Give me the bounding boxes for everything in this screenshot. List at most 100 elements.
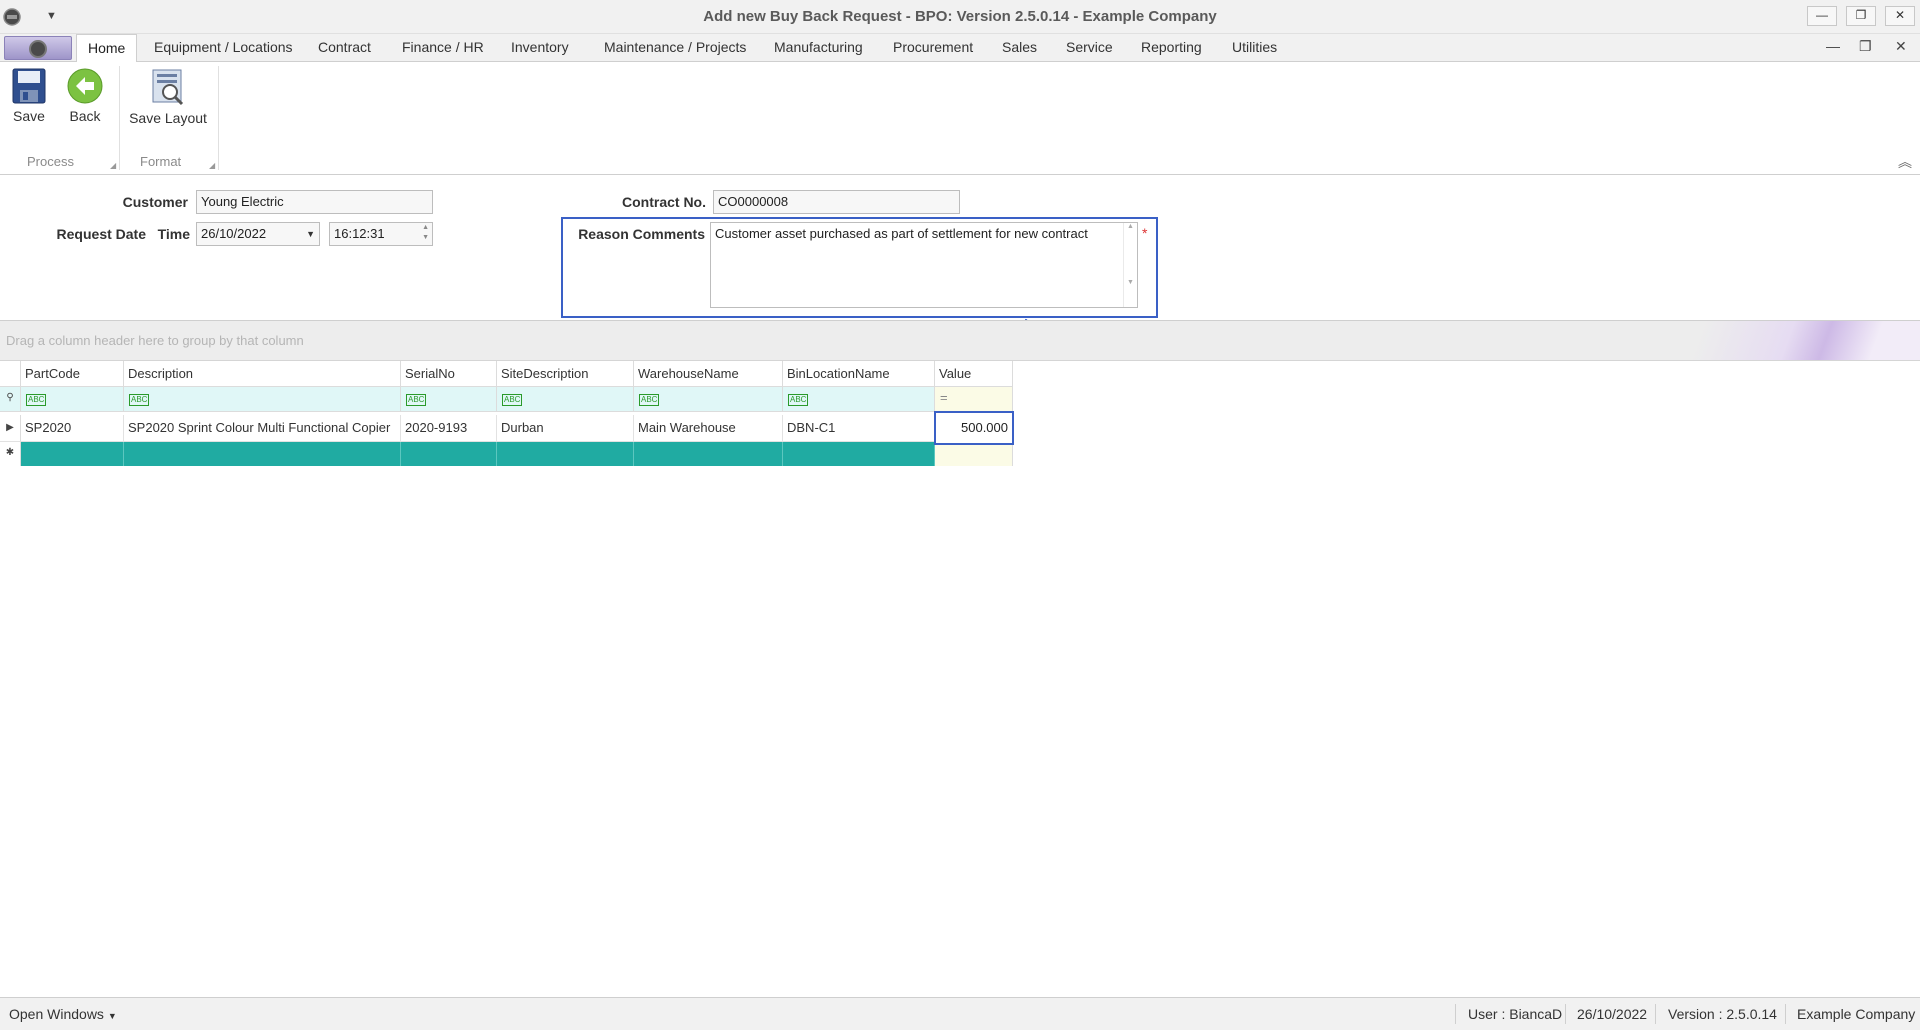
- table-cell-binlocationname[interactable]: DBN-C1: [783, 415, 935, 442]
- request-date-picker[interactable]: 26/10/2022 ▼: [196, 222, 320, 246]
- table-cell-warehousename[interactable]: Main Warehouse: [634, 415, 783, 442]
- tab-maintenance-projects[interactable]: Maintenance / Projects: [604, 39, 746, 55]
- save-button[interactable]: Save: [10, 68, 48, 124]
- column-header-warehousename[interactable]: WarehouseName: [634, 361, 783, 387]
- tab-reporting[interactable]: Reporting: [1141, 39, 1202, 55]
- group-divider: [119, 66, 120, 170]
- memo-scrollbar[interactable]: ▲ ▼: [1123, 223, 1137, 307]
- tab-utilities[interactable]: Utilities: [1232, 39, 1277, 55]
- tab-home[interactable]: Home: [76, 34, 138, 63]
- table-cell-partcode[interactable]: SP2020: [21, 415, 124, 442]
- text-filter-icon: ABC: [788, 394, 809, 406]
- status-divider: [1655, 1004, 1656, 1024]
- new-row-cell-sitedescription[interactable]: [497, 442, 634, 466]
- status-divider: [1455, 1004, 1456, 1024]
- column-header-description[interactable]: Description: [124, 361, 401, 387]
- time-field[interactable]: 16:12:31 ▲ ▼: [329, 222, 433, 246]
- table-cell-description[interactable]: SP2020 Sprint Colour Multi Functional Co…: [124, 415, 401, 442]
- status-date: 26/10/2022: [1577, 1006, 1648, 1022]
- group-label-format: Format: [140, 154, 182, 169]
- text-filter-icon: ABC: [129, 394, 150, 406]
- status-divider: [1785, 1004, 1786, 1024]
- column-header-serialno[interactable]: SerialNo: [401, 361, 497, 387]
- tab-finance-hr[interactable]: Finance / HR: [402, 39, 484, 55]
- restore-button[interactable]: ❐: [1846, 6, 1876, 26]
- group-by-hint: Drag a column header here to group by th…: [6, 333, 304, 348]
- request-date-label: Request Date: [56, 226, 146, 242]
- status-bar: Open Windows ▼ User : BiancaD 26/10/2022…: [0, 997, 1920, 1030]
- chevron-down-icon[interactable]: ▼: [306, 229, 315, 239]
- new-row-icon[interactable]: ✱: [0, 442, 21, 466]
- new-row-cell-partcode[interactable]: [21, 442, 124, 466]
- mdi-restore-icon[interactable]: ❐: [1859, 38, 1872, 55]
- tab-equipment-locations[interactable]: Equipment / Locations: [154, 39, 293, 55]
- collapse-ribbon-icon[interactable]: ︽: [1898, 152, 1912, 172]
- new-row-cell-serialno[interactable]: [401, 442, 497, 466]
- reason-comments-textarea[interactable]: Customer asset purchased as part of sett…: [710, 222, 1138, 308]
- decorative-swoosh: [1680, 321, 1920, 360]
- filter-cell-warehousename[interactable]: ABC: [634, 387, 783, 412]
- minimize-icon: —: [1816, 8, 1828, 22]
- group-by-panel[interactable]: Drag a column header here to group by th…: [0, 321, 1920, 361]
- save-label: Save: [13, 108, 45, 124]
- required-marker: *: [1142, 225, 1148, 241]
- current-row-icon[interactable]: ▶: [0, 415, 21, 442]
- status-version: Version : 2.5.0.14: [1668, 1006, 1777, 1022]
- customer-field[interactable]: Young Electric: [196, 190, 433, 214]
- contract-no-field[interactable]: CO0000008: [713, 190, 960, 214]
- format-group-launcher-icon[interactable]: ◢: [209, 161, 215, 170]
- reason-comments-label: Reason Comments: [578, 226, 705, 242]
- mdi-close-icon[interactable]: ✕: [1895, 38, 1907, 55]
- floppy-disk-icon: [12, 68, 46, 104]
- back-arrow-icon: [67, 68, 103, 104]
- save-layout-button[interactable]: Save Layout: [128, 68, 208, 126]
- save-layout-icon: [152, 69, 184, 106]
- filter-cell-binlocationname[interactable]: ABC: [783, 387, 935, 412]
- table-cell-serialno[interactable]: 2020-9193: [401, 415, 497, 442]
- filter-cell-description[interactable]: ABC: [124, 387, 401, 412]
- tab-procurement[interactable]: Procurement: [893, 39, 973, 55]
- tab-contract[interactable]: Contract: [318, 39, 371, 55]
- column-header-partcode[interactable]: PartCode: [21, 361, 124, 387]
- time-spin-icon[interactable]: ▲ ▼: [422, 223, 429, 243]
- back-button[interactable]: Back: [66, 68, 104, 124]
- new-row-cell-warehousename[interactable]: [634, 442, 783, 466]
- new-row-cell-description[interactable]: [124, 442, 401, 466]
- back-label: Back: [69, 108, 101, 124]
- filter-row-icon: ⚲: [0, 387, 21, 412]
- column-header-binlocationname[interactable]: BinLocationName: [783, 361, 935, 387]
- new-row-cell-binlocationname[interactable]: [783, 442, 935, 466]
- application-menu-button[interactable]: [4, 36, 72, 60]
- tab-manufacturing[interactable]: Manufacturing: [774, 39, 863, 55]
- ribbon-panel: Save Back Save Layout Process ◢ Format ◢…: [0, 62, 1920, 175]
- restore-icon: ❐: [1855, 8, 1867, 22]
- mdi-minimize-icon[interactable]: —: [1826, 38, 1840, 54]
- time-value: 16:12:31: [334, 226, 385, 241]
- text-filter-icon: ABC: [502, 394, 523, 406]
- close-icon: ✕: [1894, 8, 1906, 22]
- group-label-process: Process: [27, 154, 74, 169]
- customer-label: Customer: [122, 194, 188, 210]
- status-company: Example Company: [1797, 1006, 1916, 1022]
- contract-no-label: Contract No.: [622, 194, 706, 210]
- window-title: Add new Buy Back Request - BPO: Version …: [703, 8, 1217, 25]
- new-row-cell-value[interactable]: [935, 442, 1013, 466]
- filter-cell-serialno[interactable]: ABC: [401, 387, 497, 412]
- open-windows-label: Open Windows: [9, 1006, 104, 1022]
- column-header-sitedescription[interactable]: SiteDescription: [497, 361, 634, 387]
- minimize-button[interactable]: —: [1807, 6, 1837, 26]
- filter-cell-value[interactable]: =: [935, 387, 1013, 412]
- ribbon-tab-bar: Home Equipment / Locations Contract Fina…: [0, 34, 1920, 63]
- table-cell-sitedescription[interactable]: Durban: [497, 415, 634, 442]
- tab-sales[interactable]: Sales: [1002, 39, 1037, 55]
- table-cell-value[interactable]: 500.000: [934, 411, 1014, 445]
- tab-service[interactable]: Service: [1066, 39, 1113, 55]
- column-header-value[interactable]: Value: [935, 361, 1013, 387]
- open-windows-menu[interactable]: Open Windows ▼: [9, 1006, 117, 1022]
- close-button[interactable]: ✕: [1885, 6, 1915, 26]
- process-group-launcher-icon[interactable]: ◢: [110, 161, 116, 170]
- tab-inventory[interactable]: Inventory: [511, 39, 569, 55]
- reason-comments-value: Customer asset purchased as part of sett…: [715, 226, 1088, 241]
- filter-cell-partcode[interactable]: ABC: [21, 387, 124, 412]
- filter-cell-sitedescription[interactable]: ABC: [497, 387, 634, 412]
